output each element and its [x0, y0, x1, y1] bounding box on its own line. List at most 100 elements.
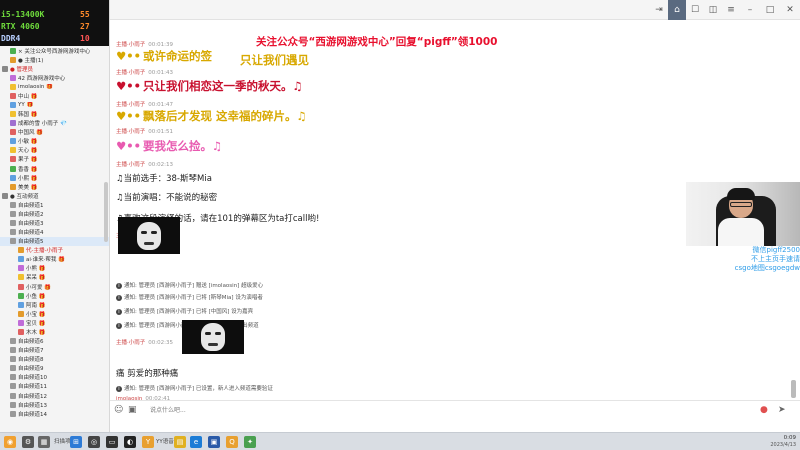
channel-tree-item[interactable]: 自由频道4: [0, 228, 109, 237]
home-icon[interactable]: ⌂: [668, 0, 686, 20]
channel-tree-item[interactable]: 美美 🎁: [0, 182, 109, 191]
sender-name[interactable]: 主播·小雨子: [116, 340, 145, 346]
channel-tree-item-label: 自由频道14: [18, 411, 47, 418]
chat-scrollbar[interactable]: [791, 380, 796, 398]
channel-tree-item[interactable]: ai·谁来·帮我 🎁: [0, 255, 109, 264]
maximize-icon[interactable]: □: [760, 0, 780, 20]
user-badge-icon: [10, 338, 16, 345]
channel-tree-item[interactable]: 宝贝 🎁: [0, 318, 109, 327]
channel-tree-item[interactable]: 自由频道7: [0, 346, 109, 355]
minimize-icon[interactable]: –: [740, 0, 760, 20]
message-header: 主播·小雨子 00:01:51: [116, 127, 173, 135]
channel-tree-item-label: 自由频道5: [18, 239, 44, 246]
channel-tree-item[interactable]: 自由频道14: [0, 409, 109, 418]
channel-tree-item[interactable]: 木木 🎁: [0, 327, 109, 336]
channel-tree-item-label: ai·谁来·帮我 🎁: [26, 257, 65, 264]
channel-tree-item[interactable]: 自由频道11: [0, 382, 109, 391]
qq-icon[interactable]: Q: [226, 436, 238, 448]
mic-icon[interactable]: ●: [760, 404, 768, 416]
send-icon[interactable]: ➤: [778, 404, 786, 416]
game-icon[interactable]: ☐: [686, 0, 704, 20]
channel-tree-item[interactable]: 小鱼 🎁: [0, 291, 109, 300]
channel-tree-item-label: 小宝 🎁: [26, 311, 46, 318]
user-badge-icon: [10, 356, 16, 363]
close-icon[interactable]: ✕: [780, 0, 800, 20]
channel-tree-item[interactable]: 小可爱 🎁: [0, 282, 109, 291]
channel-tree-item[interactable]: 代-主播-小雨子: [0, 246, 109, 255]
gamepad-icon[interactable]: ◫: [704, 0, 722, 20]
edge-icon[interactable]: e: [190, 436, 202, 448]
grid-icon[interactable]: ▦: [38, 436, 50, 448]
menu-icon[interactable]: ≡: [722, 0, 740, 20]
channel-tree-item-label: 小可爱 🎁: [26, 284, 52, 291]
sender-name[interactable]: 主播·小雨子: [116, 70, 145, 76]
sender-name[interactable]: 主播·小雨子: [116, 162, 145, 168]
channel-tree-item[interactable]: 42 西游网游戏中心: [0, 73, 109, 82]
store-icon[interactable]: ▣: [208, 436, 220, 448]
emoji-icon[interactable]: ☺: [114, 404, 123, 416]
user-badge-icon: [10, 147, 16, 154]
channel-tree-item[interactable]: 阿南 🎁: [0, 300, 109, 309]
user-badge-icon: [18, 247, 24, 254]
channel-tree-item[interactable]: ● 管理员: [0, 64, 109, 73]
channel-tree-item[interactable]: 自由频道3: [0, 218, 109, 227]
channel-tree-item[interactable]: 果子 🎁: [0, 155, 109, 164]
channel-tree-item[interactable]: 成都的雪 小雨子 💎: [0, 119, 109, 128]
channel-tree-item[interactable]: ● 互动频道: [0, 191, 109, 200]
channel-tree-item[interactable]: 香香 🎁: [0, 164, 109, 173]
channel-tree-item[interactable]: 小宝 🎁: [0, 309, 109, 318]
taskbar-app-label[interactable]: YY语音: [156, 437, 174, 445]
channel-tree-item[interactable]: 自由频道2: [0, 209, 109, 218]
channel-tree-item-label: 小敏 🎁: [18, 139, 38, 146]
gear-icon[interactable]: ⚙: [22, 436, 34, 448]
window-controls: ⇥ ⌂ ☐ ◫ ≡ – □ ✕: [650, 0, 800, 20]
sender-name[interactable]: 主播·小雨子: [116, 129, 145, 135]
user-badge-icon: [2, 192, 8, 199]
yy-icon[interactable]: Y: [142, 436, 154, 448]
channel-tree-item[interactable]: 自由频道9: [0, 364, 109, 373]
channel-tree-item[interactable]: 中国风 🎁: [0, 128, 109, 137]
taskview-icon[interactable]: ▭: [106, 436, 118, 448]
channel-tree-item[interactable]: 小熙 🎁: [0, 173, 109, 182]
channel-tree-item[interactable]: 天心 🎁: [0, 146, 109, 155]
channel-tree-item[interactable]: 自由频道6: [0, 337, 109, 346]
channel-tree-item[interactable]: 小熊 🎁: [0, 264, 109, 273]
user-badge-icon: [10, 47, 16, 54]
channel-tree-item[interactable]: 自由频道1: [0, 200, 109, 209]
channel-tree-item[interactable]: 自由频道5: [0, 236, 109, 246]
channel-tree-item[interactable]: 自由频道10: [0, 373, 109, 382]
message-timestamp: 00:01:43: [148, 70, 173, 76]
lyric-message: 只让我们遇见: [240, 52, 309, 68]
user-badge-icon: [10, 156, 16, 163]
vip-icon[interactable]: ✦: [244, 436, 256, 448]
channel-tree-item[interactable]: × 关注公众号西游网游戏中心: [0, 46, 109, 55]
channel-tree-item[interactable]: 自由频道13: [0, 400, 109, 409]
cpu-usage-value: 55: [80, 10, 90, 19]
channel-tree-item[interactable]: YY 🎁: [0, 100, 109, 109]
user-badge-icon: [10, 120, 16, 127]
owl-icon[interactable]: ◉: [4, 436, 16, 448]
info-icon: i: [116, 283, 122, 289]
steam-icon[interactable]: ◐: [124, 436, 136, 448]
user-badge-icon: [18, 319, 24, 326]
start-icon[interactable]: ⊞: [70, 436, 82, 448]
message-input[interactable]: [150, 404, 710, 416]
message-timestamp: 00:02:13: [148, 162, 173, 168]
channel-tree-item[interactable]: 中山 🎁: [0, 91, 109, 100]
image-icon[interactable]: ▣: [128, 404, 137, 416]
exit-channel-icon[interactable]: ⇥: [650, 0, 668, 20]
system-notice: i 通知: 管理员 [西游网小雨子] 已将 [斯琴Mia] 设为演唱者: [116, 293, 263, 301]
channel-tree-item[interactable]: 自由频道12: [0, 391, 109, 400]
channel-tree-item[interactable]: ● 主播(1): [0, 55, 109, 64]
channel-tree-item[interactable]: imolaosin 🎁: [0, 82, 109, 91]
sidebar-scrollbar[interactable]: [104, 182, 108, 242]
channel-tree-item[interactable]: 韩国 🎁: [0, 110, 109, 119]
channel-tree-item[interactable]: 呆呆 🎁: [0, 273, 109, 282]
channel-tree-item-label: 呆呆 🎁: [26, 275, 46, 282]
folder-icon[interactable]: ▤: [174, 436, 186, 448]
search-icon[interactable]: ◎: [88, 436, 100, 448]
chat-message: 痛 剪爱的那种痛: [116, 369, 179, 379]
streamer-webcam: [686, 182, 800, 246]
channel-tree-item[interactable]: 自由频道8: [0, 355, 109, 364]
channel-tree-item[interactable]: 小敏 🎁: [0, 137, 109, 146]
